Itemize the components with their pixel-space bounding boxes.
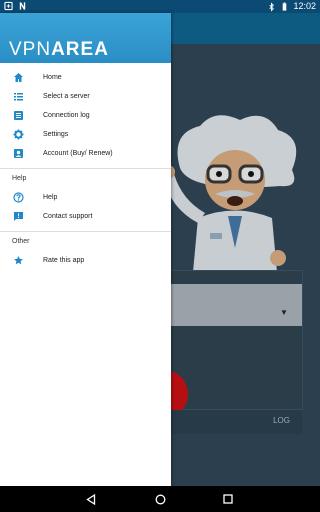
n-notification-icon [19,2,26,10]
battery-icon [283,2,287,11]
menu-item-select-server[interactable]: Select a server [0,87,171,106]
account-icon [12,147,25,160]
recents-button[interactable] [221,492,235,506]
menu-item-home[interactable]: Home [0,68,171,87]
drawer-header: VPNAREA [0,13,171,63]
status-time: 12:02 [293,1,316,11]
bluetooth-icon [269,1,275,12]
menu-item-help[interactable]: Help [0,188,171,207]
gear-icon [12,128,25,141]
system-navigation-bar [0,486,320,512]
section-title-other: Other [12,238,30,245]
back-button[interactable] [84,492,98,506]
log-icon [12,109,25,122]
home-icon [12,71,25,84]
status-bar: 12:02 [0,0,320,13]
menu-item-connection-log[interactable]: Connection log [0,106,171,125]
home-circle-icon [155,494,165,504]
notification-icon [4,1,13,11]
background-server-select [170,284,302,326]
drawer-divider [0,168,171,169]
recents-icon [223,494,233,504]
professor-mascot-image [161,115,297,283]
dropdown-caret-icon: ▼ [280,308,288,317]
brand-logo: VPNAREA [9,39,109,60]
help-icon [12,191,25,204]
support-icon [12,210,25,223]
home-nav-button[interactable] [153,492,167,506]
navigation-drawer: VPNAREA Home Select a server Connection … [0,13,171,486]
list-icon [12,90,25,103]
section-title-help: Help [12,175,27,182]
menu-item-account[interactable]: Account (Buy/ Renew) [0,144,171,163]
menu-item-settings[interactable]: Settings [0,125,171,144]
drawer-divider [0,231,171,232]
star-icon [12,254,25,267]
back-icon [86,493,96,505]
menu-item-contact-support[interactable]: Contact support [0,207,171,226]
background-log-tab: LOG [171,410,302,434]
menu-item-rate-app[interactable]: Rate this app [0,251,171,270]
